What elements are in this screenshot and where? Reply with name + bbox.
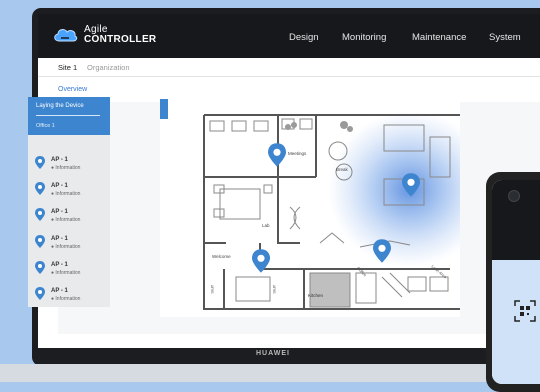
nav-monitoring[interactable]: Monitoring <box>342 32 386 43</box>
ap-name: AP - 1 <box>51 183 68 189</box>
room-label-kitchen: Kitchen <box>308 293 324 298</box>
ap-info: ● Information <box>51 217 81 223</box>
device-sidebar: Laying the Device Office 1 AP - 1 ● Info… <box>28 97 110 307</box>
ap-list-item[interactable]: AP - 1 ● Information <box>35 207 107 225</box>
ap-list-item[interactable]: AP - 1 ● Information <box>35 286 107 304</box>
signal-heatmap <box>328 111 492 267</box>
ap-info: ● Information <box>51 191 81 197</box>
ap-list-item[interactable]: AP - 1 ● Information <box>35 155 107 173</box>
overview-link[interactable]: Overview <box>58 86 87 93</box>
laptop-base <box>0 364 510 382</box>
nav-system[interactable]: System <box>489 32 521 43</box>
room-label-break: Break <box>336 167 348 172</box>
qr-scan-icon[interactable] <box>514 300 536 322</box>
map-ap-pin-icon[interactable] <box>268 143 286 167</box>
ap-info: ● Information <box>51 165 81 171</box>
camera-icon <box>508 190 520 202</box>
ap-info-text: Information <box>55 270 81 276</box>
map-ap-pin-icon[interactable] <box>252 249 270 273</box>
room-label-meetings: Meetings <box>288 151 307 156</box>
app-logo[interactable]: Agile CONTROLLER <box>52 25 156 45</box>
room-label-stuff: Stuff <box>271 285 277 294</box>
location-pin-icon <box>35 287 45 300</box>
ap-list-item[interactable]: AP - 1 ● Information <box>35 181 107 199</box>
room-label-lab: Lab <box>262 223 270 228</box>
ap-name: AP - 1 <box>51 236 68 242</box>
room-label-stuff: Stuff <box>209 285 215 294</box>
map-zoom-controls[interactable] <box>160 99 168 119</box>
sidebar-header: Laying the Device Office 1 <box>28 97 110 135</box>
location-pin-icon <box>35 208 45 221</box>
ap-info: ● Information <box>51 270 81 276</box>
phone-header <box>492 180 540 260</box>
ap-info-text: Information <box>55 296 81 302</box>
location-pin-icon <box>35 182 45 195</box>
top-navigation-bar: Agile CONTROLLER Design Monitoring Maint… <box>38 14 540 58</box>
map-ap-pin-icon[interactable] <box>402 173 420 197</box>
map-ap-pin-icon[interactable] <box>373 239 391 263</box>
floor-plan-drawing <box>203 111 492 310</box>
location-pin-icon <box>35 235 45 248</box>
ap-name: AP - 1 <box>51 157 68 163</box>
phone-content <box>492 260 540 384</box>
ap-info: ● Information <box>51 296 81 302</box>
nav-design[interactable]: Design <box>289 32 319 43</box>
breadcrumb-organization[interactable]: Organization <box>87 63 130 72</box>
room-label-welcome: Welcome <box>212 254 231 259</box>
sidebar-divider <box>36 115 100 116</box>
ap-list-item[interactable]: AP - 1 ● Information <box>35 234 107 252</box>
sidebar-subtitle[interactable]: Office 1 <box>36 123 55 129</box>
location-pin-icon <box>35 261 45 274</box>
breadcrumb: Site 1 Organization <box>38 58 540 77</box>
ap-info-text: Information <box>55 244 81 250</box>
floor-plan[interactable]: Meetings Break Lab Welcome Kitchen Stuff… <box>160 97 492 317</box>
ap-info-text: Information <box>55 191 81 197</box>
ap-name: AP - 1 <box>51 288 68 294</box>
device-brand: HUAWEI <box>256 350 290 357</box>
logo-line2: CONTROLLER <box>84 34 157 45</box>
ap-name: AP - 1 <box>51 262 68 268</box>
breadcrumb-site[interactable]: Site 1 <box>58 63 77 72</box>
ap-info: ● Information <box>51 244 81 250</box>
phone-screen <box>492 180 540 384</box>
location-pin-icon <box>35 156 45 169</box>
sidebar-title: Laying the Device <box>36 103 84 109</box>
cloud-logo-icon <box>54 29 78 42</box>
ap-info-text: Information <box>55 217 81 223</box>
ap-list-item[interactable]: AP - 1 ● Information <box>35 260 107 278</box>
ap-info-text: Information <box>55 165 81 171</box>
nav-maintenance[interactable]: Maintenance <box>412 32 466 43</box>
ap-name: AP - 1 <box>51 209 68 215</box>
